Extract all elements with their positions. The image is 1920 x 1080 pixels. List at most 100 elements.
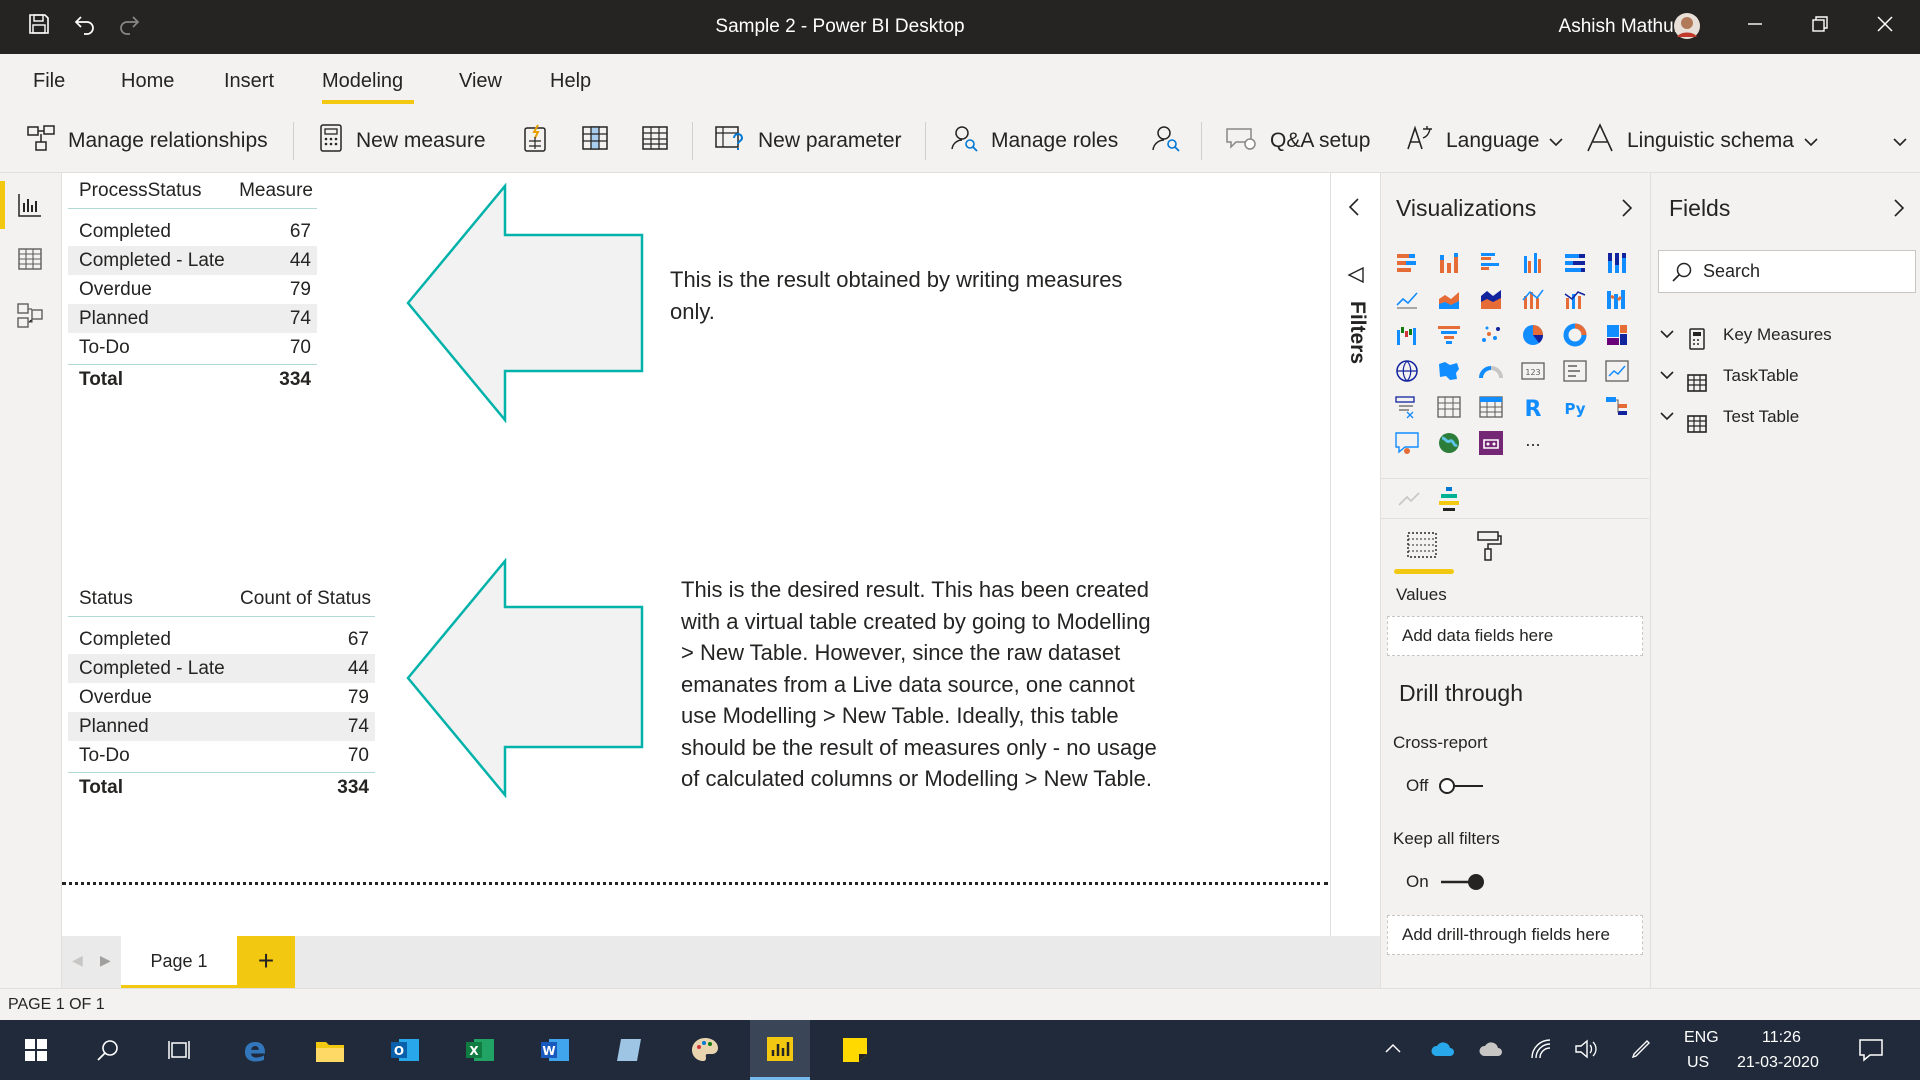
onedrive-personal-icon[interactable] (1478, 1038, 1504, 1065)
avatar[interactable] (1672, 12, 1702, 42)
slicer-format-icon[interactable] (1395, 485, 1423, 518)
arcgis-map-icon[interactable] (1436, 430, 1462, 456)
chevron-down-icon[interactable] (1659, 356, 1675, 396)
python-visual-icon[interactable]: Py (1562, 394, 1588, 420)
ribbon-expand-button[interactable] (1893, 108, 1919, 173)
filters-label[interactable]: Filters (1345, 301, 1369, 364)
qa-visual-icon[interactable] (1394, 430, 1420, 456)
table-visual-measures[interactable]: ProcessStatus Measure Completed 67 Comple… (68, 173, 317, 398)
manage-roles-button[interactable]: Manage roles (949, 108, 1118, 173)
treemap-icon[interactable] (1604, 322, 1630, 348)
edge-browser-icon[interactable]: e (225, 1020, 285, 1080)
drill-through-drop-zone[interactable]: Add drill-through fields here (1387, 915, 1643, 955)
line-stacked-column-chart-icon[interactable] (1562, 286, 1588, 312)
pen-icon[interactable] (1630, 1038, 1652, 1065)
qa-setup-button[interactable]: Q&A setup (1224, 108, 1370, 173)
volume-icon[interactable] (1574, 1038, 1598, 1065)
waterfall-chart-icon[interactable] (1394, 322, 1420, 348)
data-view-icon[interactable] (16, 245, 44, 278)
chevron-right-icon[interactable] (1621, 198, 1633, 223)
chevron-left-icon[interactable] (1348, 197, 1360, 222)
funnel-chart-icon[interactable] (1436, 322, 1462, 348)
notifications-icon[interactable] (1858, 1038, 1884, 1067)
stacked-bar-chart-icon[interactable] (1394, 250, 1420, 276)
excel-icon[interactable]: X (450, 1020, 510, 1080)
clock-time[interactable]: 11:26 (1762, 1029, 1801, 1047)
restore-icon[interactable] (1805, 12, 1835, 42)
notes-app-icon[interactable] (600, 1020, 660, 1080)
menu-home[interactable]: Home (121, 54, 174, 108)
gauge-icon[interactable] (1478, 358, 1504, 384)
scroll-right-icon[interactable]: ▶ (100, 952, 111, 969)
model-view-icon[interactable] (16, 301, 44, 334)
fields-tab-icon[interactable] (1405, 530, 1439, 565)
clustered-column-chart-icon[interactable] (1520, 250, 1546, 276)
new-measure-button[interactable]: New measure (318, 108, 486, 173)
column-header-processstatus[interactable]: ProcessStatus (79, 173, 202, 209)
report-view-icon[interactable] (16, 191, 44, 224)
quick-measure-button[interactable] (520, 108, 562, 173)
menu-view[interactable]: View (459, 54, 502, 108)
view-as-button[interactable] (1150, 108, 1194, 173)
manage-relationships-button[interactable]: Manage relationships (26, 108, 268, 173)
menu-help[interactable]: Help (550, 54, 591, 108)
key-influencers-icon[interactable] (1604, 394, 1630, 420)
power-bi-taskbar-icon[interactable] (750, 1020, 810, 1080)
values-drop-zone[interactable]: Add data fields here (1387, 616, 1643, 656)
line-clustered-column-chart-icon[interactable] (1520, 286, 1546, 312)
linguistic-schema-dropdown[interactable]: Linguistic schema (1585, 108, 1830, 173)
table-visual-count-of-status[interactable]: Status Count of Status Completed 67 Compl… (68, 581, 375, 806)
menu-insert[interactable]: Insert (224, 54, 274, 108)
field-table-test-table[interactable]: Test Table (1651, 397, 1919, 437)
onedrive-icon[interactable] (1430, 1038, 1456, 1065)
scroll-left-icon[interactable]: ◀ (72, 952, 83, 969)
search-input[interactable]: Search (1703, 251, 1760, 292)
filled-map-icon[interactable] (1436, 358, 1462, 384)
column-header-measure[interactable]: Measure (239, 173, 313, 209)
cross-report-toggle[interactable] (1437, 775, 1487, 802)
stacked-column-chart-icon[interactable] (1436, 250, 1462, 276)
kpi-icon[interactable] (1604, 358, 1630, 384)
chevron-down-icon[interactable] (1659, 315, 1675, 355)
sticky-notes-icon[interactable] (825, 1020, 885, 1080)
scatter-chart-icon[interactable] (1478, 322, 1504, 348)
task-view-icon[interactable] (150, 1020, 210, 1080)
power-apps-icon[interactable] (1478, 430, 1504, 456)
line-chart-icon[interactable] (1394, 286, 1420, 312)
close-icon[interactable] (1870, 12, 1900, 42)
ribbon-chart-icon[interactable] (1604, 286, 1630, 312)
100-stacked-bar-chart-icon[interactable] (1562, 250, 1588, 276)
card-icon[interactable]: 123 (1520, 358, 1546, 384)
page-tab-1[interactable]: Page 1 (121, 936, 237, 988)
column-header-count-of-status[interactable]: Count of Status (240, 581, 371, 617)
chevron-right-icon[interactable] (1893, 198, 1905, 223)
table-header[interactable]: ProcessStatus Measure (68, 173, 317, 209)
more-visuals-icon[interactable]: ... (1520, 430, 1546, 456)
new-table-button[interactable] (640, 108, 682, 173)
new-column-button[interactable] (580, 108, 622, 173)
slicer-icon[interactable] (1394, 394, 1420, 420)
stacked-area-chart-icon[interactable] (1478, 286, 1504, 312)
outlook-icon[interactable]: O (375, 1020, 435, 1080)
file-explorer-icon[interactable] (300, 1020, 360, 1080)
paint-icon[interactable] (675, 1020, 735, 1080)
clock-date[interactable]: 21-03-2020 (1737, 1054, 1819, 1072)
language-indicator-line2[interactable]: US (1687, 1054, 1709, 1072)
column-header-status[interactable]: Status (79, 581, 133, 617)
field-table-tasktable[interactable]: TaskTable (1651, 356, 1919, 396)
donut-chart-icon[interactable] (1562, 322, 1588, 348)
area-chart-icon[interactable] (1436, 286, 1462, 312)
fields-search-box[interactable]: Search (1658, 250, 1916, 293)
r-visual-icon[interactable]: R (1520, 394, 1546, 422)
filters-pane-collapsed[interactable]: Filters (1330, 173, 1380, 936)
matrix-icon[interactable] (1478, 394, 1504, 420)
add-page-button[interactable]: + (237, 936, 295, 988)
wifi-icon[interactable] (1530, 1038, 1552, 1065)
decomposition-icon[interactable] (1435, 485, 1463, 518)
table-icon[interactable] (1436, 394, 1462, 420)
map-icon[interactable] (1394, 358, 1420, 384)
language-dropdown[interactable]: Language (1404, 108, 1575, 173)
keep-all-filters-toggle[interactable] (1437, 871, 1487, 898)
language-indicator-line1[interactable]: ENG (1684, 1029, 1719, 1047)
chevron-down-icon[interactable] (1659, 397, 1675, 437)
